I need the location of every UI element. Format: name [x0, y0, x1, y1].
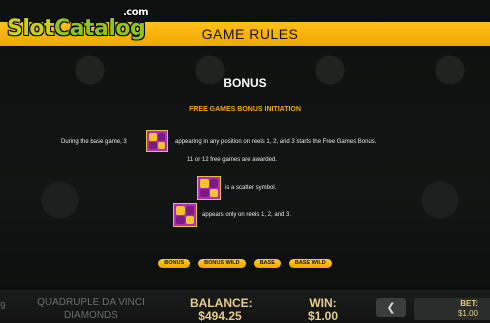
tab-base-wild[interactable]: BASE WILD [288, 258, 332, 268]
page-title: GAME RULES [201, 26, 299, 42]
rule-2: 11 or 12 free games are awarded. [187, 157, 277, 163]
scatter-symbol-icon [146, 130, 168, 152]
win-value: $1.00 [307, 309, 339, 323]
win-display: WIN: $1.00 [300, 297, 346, 323]
logo-slot-text: Slot [7, 16, 55, 41]
tab-base[interactable]: BASE [253, 258, 281, 268]
tab-bonus[interactable]: BONUS [158, 258, 191, 268]
rules-tab-bar: BONUS BONUS WILD BASE BASE WILD [0, 255, 490, 271]
logo-catalog-text: Catalog [54, 16, 146, 41]
section-subtitle: FREE GAMES BONUS INITIATION [189, 106, 301, 113]
rule-4: appears only on reels 1, 2, and 3. [202, 212, 292, 218]
tab-bonus-wild[interactable]: BONUS WILD [198, 258, 246, 268]
bet-label: BET: [460, 299, 478, 308]
bet-value: $1.00 [457, 309, 478, 318]
rules-content: BONUS FREE GAMES BONUS INITIATION During… [0, 46, 490, 254]
win-label: WIN: [309, 296, 337, 310]
balance-label: BALANCE: [190, 296, 253, 310]
game-name: QUADRUPLE DA VINCI DIAMONDS [37, 297, 145, 321]
rule-1-end: appearing in any position on reels 1, 2,… [175, 139, 377, 145]
line-number: 9 [0, 301, 6, 312]
section-title: BONUS [223, 76, 267, 90]
rule-1-start: During the base game, 3 [61, 139, 127, 145]
chevron-left-icon[interactable]: ❮ [376, 298, 406, 317]
watermark-logo: Slot Catalog .com [7, 7, 149, 41]
balance-value: $494.25 [198, 309, 242, 323]
bet-selector[interactable]: BET: $1.00 [414, 298, 490, 320]
scatter-symbol-icon [197, 176, 221, 200]
balance-display: BALANCE: $494.25 [190, 296, 253, 323]
rule-3: is a scatter symbol. [225, 185, 277, 191]
scatter-symbol-icon [173, 203, 197, 227]
logo-com-text: .com [123, 7, 149, 18]
